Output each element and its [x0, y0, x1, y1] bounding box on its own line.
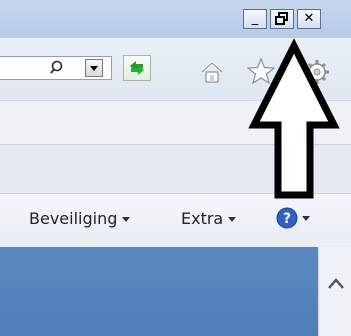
refresh-icon — [130, 61, 144, 75]
tab-band — [0, 144, 351, 194]
minimize-button[interactable]: _ — [243, 9, 267, 29]
extra-menu[interactable]: Extra — [181, 209, 237, 228]
page-content — [0, 247, 318, 336]
security-menu[interactable]: Beveiliging — [29, 209, 131, 228]
home-icon[interactable] — [200, 60, 224, 84]
scroll-up-icon[interactable] — [327, 277, 345, 291]
close-button[interactable]: ✕ — [297, 9, 321, 29]
refresh-button[interactable] — [123, 55, 151, 81]
vertical-scrollbar[interactable] — [318, 247, 351, 336]
command-bar: Beveiliging Extra ? — [0, 193, 351, 248]
favorites-star-icon[interactable] — [247, 58, 275, 84]
search-field[interactable] — [0, 56, 112, 80]
window-titlebar: _ ✕ — [0, 0, 351, 38]
address-toolbar — [0, 38, 351, 100]
chevron-down-icon — [228, 217, 237, 222]
dropdown-icon[interactable] — [85, 59, 103, 77]
toolbar-band — [0, 100, 351, 145]
help-icon[interactable]: ? — [275, 206, 313, 230]
svg-text:?: ? — [283, 211, 291, 227]
extra-menu-label: Extra — [181, 209, 224, 228]
search-icon[interactable] — [50, 60, 64, 74]
restore-button[interactable] — [270, 9, 294, 29]
chevron-down-icon — [122, 217, 131, 222]
restore-icon — [275, 12, 288, 25]
tools-gear-icon[interactable] — [304, 59, 330, 85]
security-menu-label: Beveiliging — [29, 209, 118, 228]
